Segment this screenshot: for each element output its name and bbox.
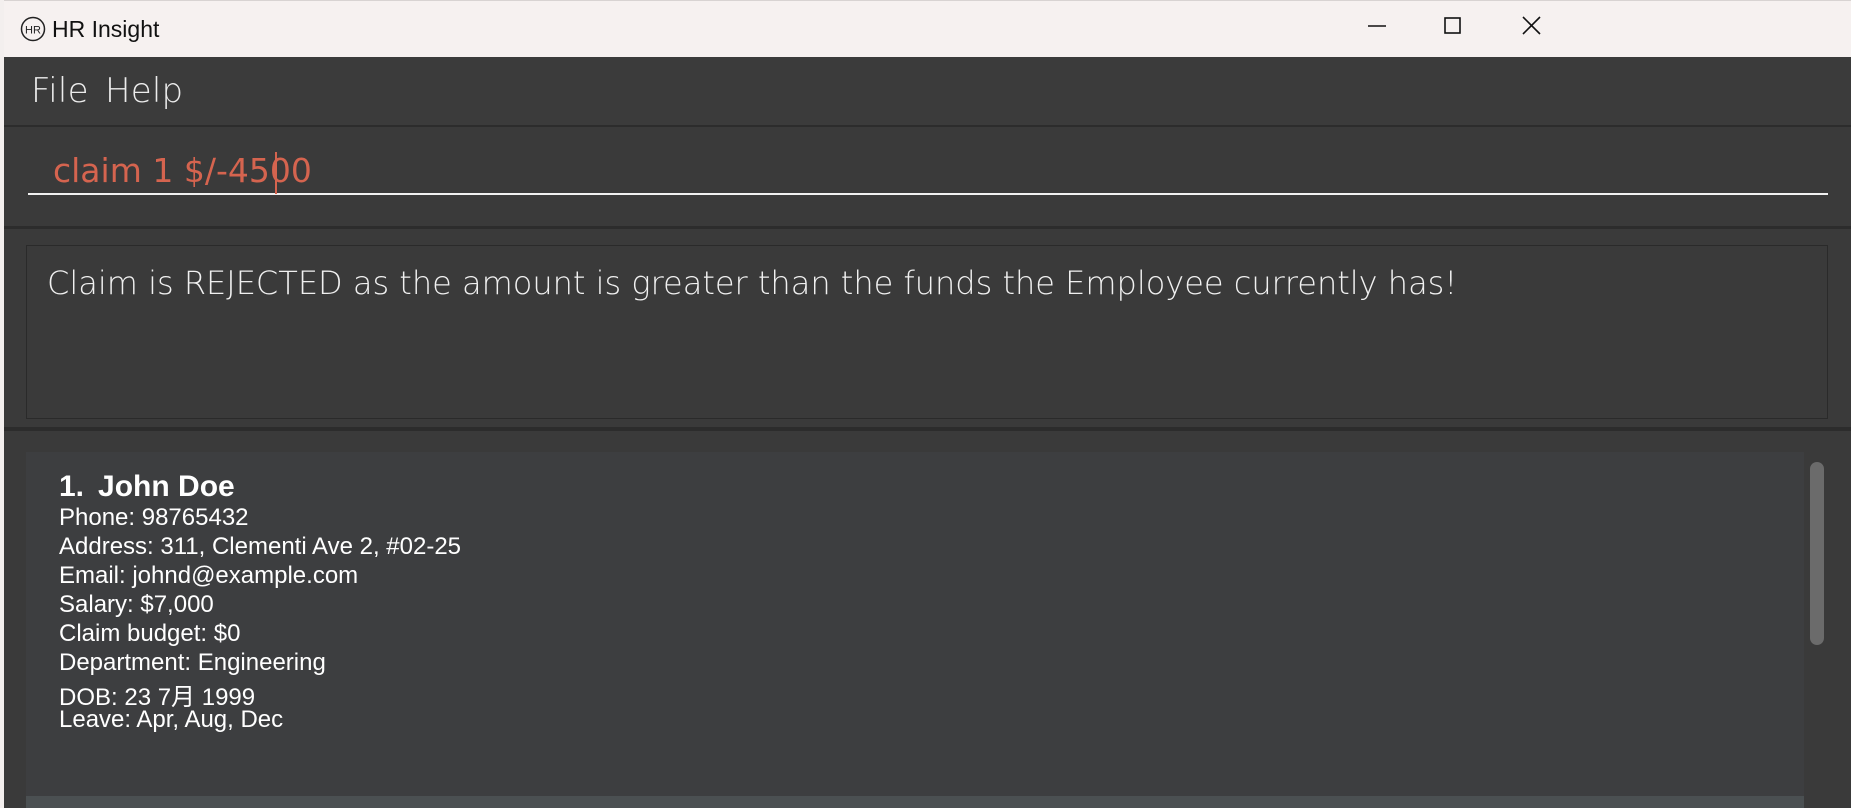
title-bar[interactable]: HR HR Insight: [4, 0, 1851, 57]
scrollbar-thumb[interactable]: [1810, 462, 1824, 645]
employee-card[interactable]: 1. John Doe Phone: 98765432 Address: 311,…: [26, 452, 1804, 808]
employee-leave: Leave: Apr, Aug, Dec: [59, 706, 284, 733]
close-icon: [1522, 16, 1541, 35]
text-caret: [275, 152, 277, 194]
menu-bar: File Help: [4, 57, 1851, 127]
employee-department: Department: Engineering: [59, 649, 326, 676]
window-title: HR Insight: [52, 16, 160, 42]
result-message: Claim is REJECTED as the amount is great…: [47, 264, 1458, 302]
employee-name: John Doe: [98, 470, 235, 503]
result-display: Claim is REJECTED as the amount is great…: [4, 229, 1851, 431]
employee-address: Address: 311, Clementi Ave 2, #02-25: [59, 533, 462, 560]
svg-text:HR: HR: [25, 25, 41, 37]
next-employee-card[interactable]: [26, 796, 1804, 808]
employee-claim-budget: Claim budget: $0: [59, 620, 241, 647]
employee-index: 1.: [59, 470, 85, 503]
result-box[interactable]: Claim is REJECTED as the amount is great…: [26, 245, 1828, 419]
menu-file[interactable]: File: [31, 71, 89, 111]
close-button[interactable]: [1485, 1, 1577, 58]
employee-phone: Phone: 98765432: [59, 504, 249, 531]
employee-email: Email: johnd@example.com: [59, 562, 359, 589]
app-window: HR HR Insight File Help claim 1 $/-4500 …: [4, 0, 1851, 808]
hr-logo-icon: HR: [20, 16, 46, 42]
employee-list: 1. John Doe Phone: 98765432 Address: 311,…: [4, 431, 1851, 808]
employee-salary: Salary: $7,000: [59, 591, 214, 618]
menu-help[interactable]: Help: [105, 71, 183, 111]
command-box: [4, 127, 1851, 229]
command-input[interactable]: [28, 147, 1828, 195]
employee-title: 1. John Doe: [59, 470, 235, 504]
